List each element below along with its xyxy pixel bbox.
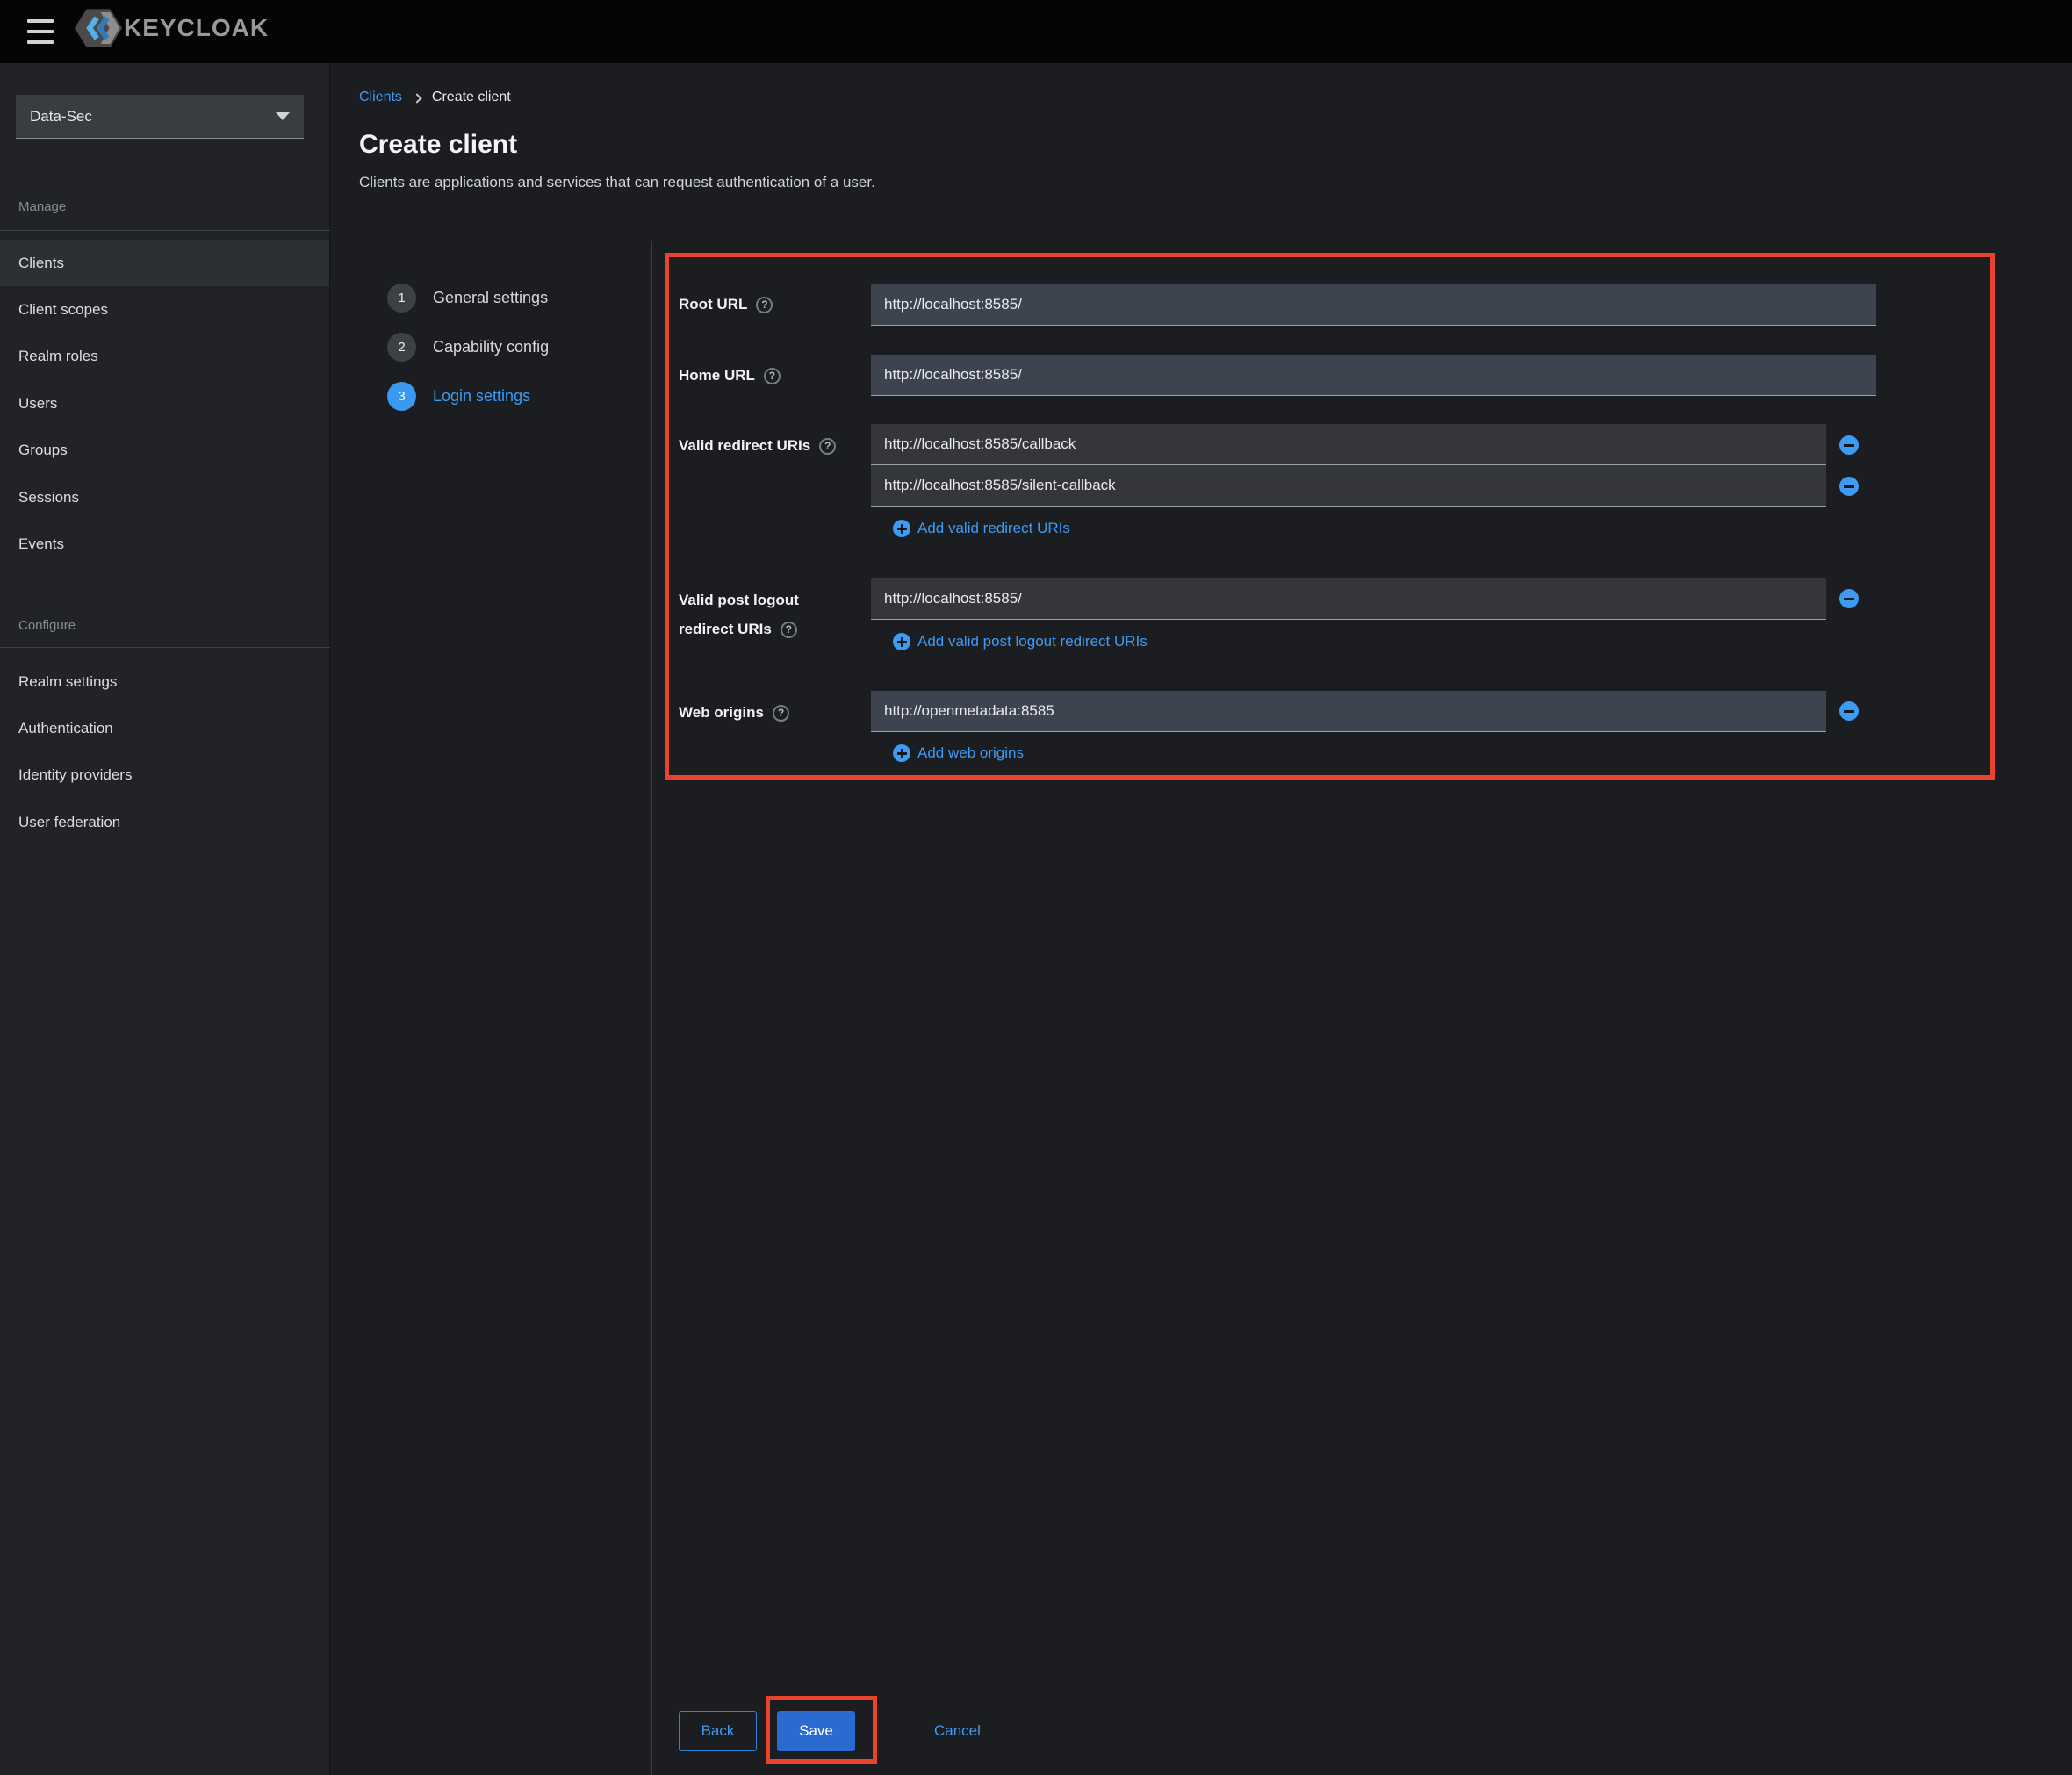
redirect-uri-input-1[interactable] xyxy=(871,424,1826,465)
wizard-step-general-settings[interactable]: General settings xyxy=(433,289,548,307)
help-icon[interactable] xyxy=(819,437,837,455)
help-icon[interactable] xyxy=(756,296,773,313)
cancel-button[interactable]: Cancel xyxy=(931,1711,984,1751)
keycloak-logo-icon xyxy=(75,9,122,47)
add-valid-redirect-uris-link[interactable]: Add valid redirect URIs xyxy=(893,520,1070,537)
wizard-step-login-settings[interactable]: Login settings xyxy=(433,387,530,406)
wizard-step-capability-config[interactable]: Capability config xyxy=(433,338,549,356)
web-origins-input[interactable] xyxy=(871,691,1826,732)
breadcrumb-chevron-icon xyxy=(412,92,422,104)
sidebar-divider xyxy=(0,647,330,648)
post-logout-label-line1: Valid post logout xyxy=(679,592,799,608)
brand-title: KEYCLOAK xyxy=(124,14,270,41)
breadcrumb: Clients Create client xyxy=(359,90,511,105)
sidebar-item-clients[interactable]: Clients xyxy=(0,240,329,287)
plus-circle-icon xyxy=(893,744,910,762)
root-url-input[interactable] xyxy=(871,284,1876,326)
sidebar-group-manage: Manage xyxy=(18,199,67,214)
sidebar-item-users[interactable]: Users xyxy=(0,380,329,427)
sidebar-group-configure: Configure xyxy=(18,618,76,633)
sidebar-item-user-federation[interactable]: User federation xyxy=(0,799,329,845)
page-subtitle: Clients are applications and services th… xyxy=(359,174,875,190)
help-icon[interactable] xyxy=(772,704,789,722)
add-web-origins-link[interactable]: Add web origins xyxy=(893,744,1024,762)
post-logout-uri-input[interactable] xyxy=(871,578,1826,620)
wizard-step-2-circle: 2 xyxy=(387,333,416,362)
sidebar-manage-list: Clients Client scopes Realm roles Users … xyxy=(0,240,329,568)
web-origins-label: Web origins xyxy=(679,704,789,722)
remove-redirect-uri-1-icon[interactable] xyxy=(1839,435,1859,455)
save-button[interactable]: Save xyxy=(777,1711,855,1751)
sidebar-divider xyxy=(0,230,330,231)
sidebar-item-realm-settings[interactable]: Realm settings xyxy=(0,658,329,705)
keycloak-admin-console: KEYCLOAK Data-Sec Manage Clients Client … xyxy=(0,0,2072,1775)
plus-circle-icon xyxy=(893,633,910,650)
sidebar-item-groups[interactable]: Groups xyxy=(0,428,329,474)
sidebar-item-authentication[interactable]: Authentication xyxy=(0,705,329,751)
wizard-panel-divider xyxy=(651,241,652,1775)
help-icon[interactable] xyxy=(763,367,781,384)
plus-circle-icon xyxy=(893,520,910,537)
hamburger-menu-icon[interactable] xyxy=(22,18,59,46)
realm-selector-value: Data-Sec xyxy=(30,107,92,125)
sidebar-item-identity-providers[interactable]: Identity providers xyxy=(0,752,329,799)
wizard-step-1-circle: 1 xyxy=(387,284,416,313)
remove-post-logout-uri-icon[interactable] xyxy=(1839,589,1859,608)
page-title: Create client xyxy=(359,130,518,159)
remove-redirect-uri-2-icon[interactable] xyxy=(1839,477,1859,496)
wizard-step-3-circle: 3 xyxy=(387,382,416,411)
realm-selector[interactable]: Data-Sec xyxy=(16,95,304,139)
home-url-label: Home URL xyxy=(679,367,781,384)
remove-web-origin-icon[interactable] xyxy=(1839,701,1859,721)
redirect-uri-input-2[interactable] xyxy=(871,465,1826,507)
root-url-label: Root URL xyxy=(679,296,773,313)
sidebar-item-client-scopes[interactable]: Client scopes xyxy=(0,286,329,333)
sidebar-item-realm-roles[interactable]: Realm roles xyxy=(0,334,329,380)
breadcrumb-clients-link[interactable]: Clients xyxy=(359,90,402,105)
sidebar-item-sessions[interactable]: Sessions xyxy=(0,474,329,521)
breadcrumb-current: Create client xyxy=(431,90,511,104)
sidebar: Data-Sec Manage Clients Client scopes Re… xyxy=(0,63,330,1775)
main-content: Clients Create client Create client Clie… xyxy=(330,63,2072,1775)
top-bar: KEYCLOAK xyxy=(0,0,2072,63)
help-icon[interactable] xyxy=(780,621,797,638)
sidebar-configure-list: Realm settings Authentication Identity p… xyxy=(0,658,329,846)
post-logout-label-line2: redirect URIs xyxy=(679,621,797,638)
valid-redirect-uris-label: Valid redirect URIs xyxy=(679,437,837,455)
sidebar-item-events[interactable]: Events xyxy=(0,521,329,567)
chevron-down-icon xyxy=(276,112,290,120)
home-url-input[interactable] xyxy=(871,355,1876,396)
back-button[interactable]: Back xyxy=(679,1711,757,1751)
keycloak-logo[interactable]: KEYCLOAK xyxy=(75,7,269,49)
add-post-logout-uris-link[interactable]: Add valid post logout redirect URIs xyxy=(893,633,1148,650)
